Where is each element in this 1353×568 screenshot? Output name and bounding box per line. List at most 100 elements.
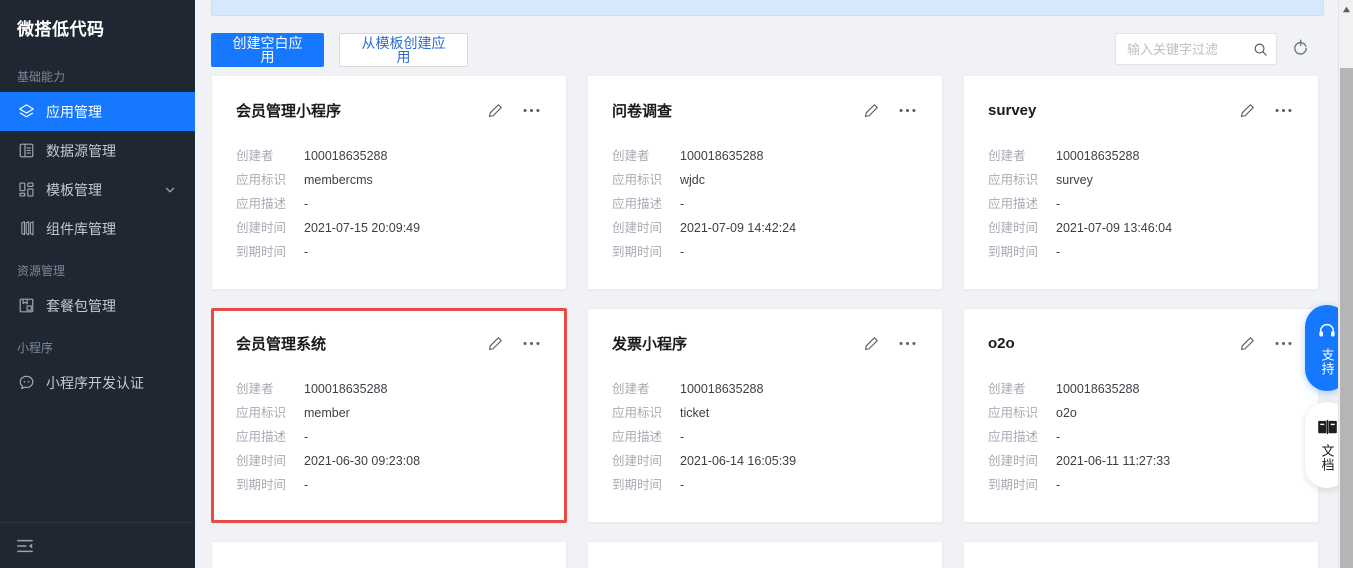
sidebar-item-4[interactable]: 组件库管理 bbox=[0, 209, 195, 248]
pencil-icon[interactable] bbox=[484, 99, 506, 121]
sidebar-item-1[interactable]: 套餐包管理 bbox=[0, 286, 195, 325]
pencil-icon[interactable] bbox=[1236, 99, 1258, 121]
ellipsis-icon[interactable] bbox=[520, 99, 542, 121]
app-card[interactable]: 问卷调查 创建者 100018635288 应用标识 wjdc 应用描述 - 创建时间 2021… bbox=[587, 75, 943, 290]
pencil-icon[interactable] bbox=[860, 99, 882, 121]
ellipsis-icon[interactable] bbox=[520, 332, 542, 354]
app-description-value: - bbox=[1056, 197, 1061, 211]
app-creator-label: 创建者 bbox=[236, 149, 274, 163]
app-card[interactable]: 每日菜谱创建者100018635288 bbox=[211, 541, 567, 568]
app-description-row: 应用描述 - bbox=[612, 425, 918, 449]
app-card-highlighted[interactable]: 会员管理系统 创建者 100018635288 应用标识 member 应用描述 - 创建时间… bbox=[211, 308, 567, 523]
ellipsis-icon[interactable] bbox=[896, 332, 918, 354]
app-description-row: 应用描述 - bbox=[988, 425, 1294, 449]
sidebar-item-label: 组件库管理 bbox=[46, 220, 116, 237]
app-creator-row: 创建者 100018635288 bbox=[988, 144, 1294, 168]
app-expire-time-value: - bbox=[304, 478, 309, 492]
app-identifier-row: 应用标识 member bbox=[236, 401, 542, 425]
create-from-template-button[interactable]: 从模板创建应用 bbox=[339, 33, 468, 67]
app-identifier-row: 应用标识 wjdc bbox=[612, 168, 918, 192]
app-card-header: 发票小程序 bbox=[612, 331, 918, 355]
app-card-header: o2o bbox=[988, 331, 1294, 355]
app-identifier-row: 应用标识 o2o bbox=[988, 401, 1294, 425]
app-created-time-label: 创建时间 bbox=[612, 221, 663, 235]
menu-fold-icon[interactable] bbox=[14, 535, 36, 557]
sidebar-item-2[interactable]: 数据源管理 bbox=[0, 131, 195, 170]
app-description-value: - bbox=[1056, 430, 1061, 444]
app-expire-time-row: 到期时间 - bbox=[988, 240, 1294, 264]
app-creator-value: 100018635288 bbox=[1056, 382, 1140, 396]
sidebar-footer bbox=[0, 522, 195, 568]
app-creator-label: 创建者 bbox=[236, 382, 274, 396]
app-creator-value: 100018635288 bbox=[1056, 149, 1140, 163]
app-expire-time-row: 到期时间 - bbox=[988, 473, 1294, 497]
search-box[interactable] bbox=[1115, 33, 1277, 65]
app-creator-label: 创建者 bbox=[612, 382, 650, 396]
chat-icon bbox=[17, 374, 35, 392]
app-creator-row: 创建者 100018635288 bbox=[612, 144, 918, 168]
app-card-title: 发票小程序 bbox=[612, 335, 688, 353]
ellipsis-icon[interactable] bbox=[896, 99, 918, 121]
app-description-value: - bbox=[304, 430, 309, 444]
app-creator-row: 创建者 100018635288 bbox=[236, 377, 542, 401]
pencil-icon[interactable] bbox=[860, 332, 882, 354]
app-identifier-label: 应用标识 bbox=[612, 406, 663, 420]
app-cards-grid: 会员管理小程序 创建者 100018635288 应用标识 membercms 应用描述 -… bbox=[211, 75, 1324, 568]
app-card-header: 每日菜谱 bbox=[236, 564, 542, 568]
app-created-time-value: 2021-06-30 09:23:08 bbox=[304, 454, 421, 468]
refresh-icon[interactable] bbox=[1291, 39, 1310, 58]
scroll-up-arrow-icon[interactable] bbox=[1342, 1, 1351, 13]
template-icon bbox=[17, 181, 35, 199]
app-created-time-value: 2021-06-11 11:27:33 bbox=[1056, 454, 1171, 468]
sidebar-item-1[interactable]: 小程序开发认证 bbox=[0, 363, 195, 402]
sidebar-item-label: 数据源管理 bbox=[46, 142, 116, 159]
sidebar-item-3[interactable]: 模板管理 bbox=[0, 170, 195, 209]
search-icon[interactable] bbox=[1253, 42, 1268, 57]
app-identifier-value: ticket bbox=[680, 406, 710, 420]
app-description-value: - bbox=[304, 197, 309, 211]
sidebar-group-title: 资源管理 bbox=[17, 264, 66, 278]
sidebar-group-title: 基础能力 bbox=[17, 70, 66, 84]
app-expire-time-label: 到期时间 bbox=[612, 478, 663, 492]
app-card[interactable]: 示例应用创建者100018635288 bbox=[587, 541, 943, 568]
main-content: 创建空白应用 从模板创建应用 会员管理小程序创建者1000186 bbox=[195, 0, 1353, 568]
app-card[interactable]: 发票小程序 创建者 100018635288 应用标识 ticket 应用描述 - 创建时间 2… bbox=[587, 308, 943, 523]
sidebar: 微搭低代码 基础能力 应用管理 数据源管理 模板管理 组件库管理 资源管理 套餐包管理 小程序… bbox=[0, 0, 195, 568]
app-expire-time-label: 到期时间 bbox=[612, 245, 663, 259]
app-created-time-label: 创建时间 bbox=[236, 221, 287, 235]
app-card-title: survey bbox=[988, 101, 1037, 119]
create-blank-app-button[interactable]: 创建空白应用 bbox=[211, 33, 324, 67]
ellipsis-icon[interactable] bbox=[1272, 99, 1294, 121]
app-identifier-label: 应用标识 bbox=[988, 406, 1039, 420]
ellipsis-icon[interactable] bbox=[1272, 332, 1294, 354]
app-card-header: 会员管理系统 bbox=[236, 331, 542, 355]
app-expire-time-value: - bbox=[680, 478, 685, 492]
app-card[interactable]: o2o 创建者 100018635288 应用标识 o2o 应用描述 - 创建时间 2021-0… bbox=[963, 308, 1319, 523]
sidebar-item-1-active[interactable]: 应用管理 bbox=[0, 92, 195, 131]
search-input[interactable] bbox=[1127, 41, 1253, 57]
app-card[interactable]: 会员管理小程序 创建者 100018635288 应用标识 membercms 应用描述 -… bbox=[211, 75, 567, 290]
app-identifier-value: wjdc bbox=[680, 173, 706, 187]
app-creator-row: 创建者 100018635288 bbox=[988, 377, 1294, 401]
app-expire-time-label: 到期时间 bbox=[988, 478, 1039, 492]
sidebar-group-title: 小程序 bbox=[17, 341, 54, 355]
docs-label: 文档 bbox=[1319, 444, 1335, 472]
app-root: 微搭低代码 基础能力 应用管理 数据源管理 模板管理 组件库管理 资源管理 套餐包管理 小程序… bbox=[0, 0, 1353, 568]
pencil-icon[interactable] bbox=[484, 332, 506, 354]
app-expire-time-value: - bbox=[304, 245, 309, 259]
scrollbar-thumb[interactable] bbox=[1340, 68, 1353, 568]
package-icon bbox=[17, 297, 35, 315]
app-creator-value: 100018635288 bbox=[680, 382, 764, 396]
chevron-down-icon[interactable] bbox=[165, 185, 175, 195]
app-card[interactable]: survey 创建者 100018635288 应用标识 survey 应用描述 - 创建时间… bbox=[963, 75, 1319, 290]
page-scrollbar[interactable] bbox=[1338, 0, 1353, 568]
app-identifier-row: 应用标识 ticket bbox=[612, 401, 918, 425]
sidebar-item-label: 套餐包管理 bbox=[46, 297, 116, 314]
app-card[interactable] bbox=[963, 541, 1319, 568]
app-card-header bbox=[988, 564, 1294, 568]
pencil-icon[interactable] bbox=[1236, 332, 1258, 354]
app-expire-time-label: 到期时间 bbox=[236, 245, 287, 259]
app-identifier-row: 应用标识 membercms bbox=[236, 168, 542, 192]
app-identifier-label: 应用标识 bbox=[236, 406, 287, 420]
app-creator-label: 创建者 bbox=[988, 382, 1026, 396]
